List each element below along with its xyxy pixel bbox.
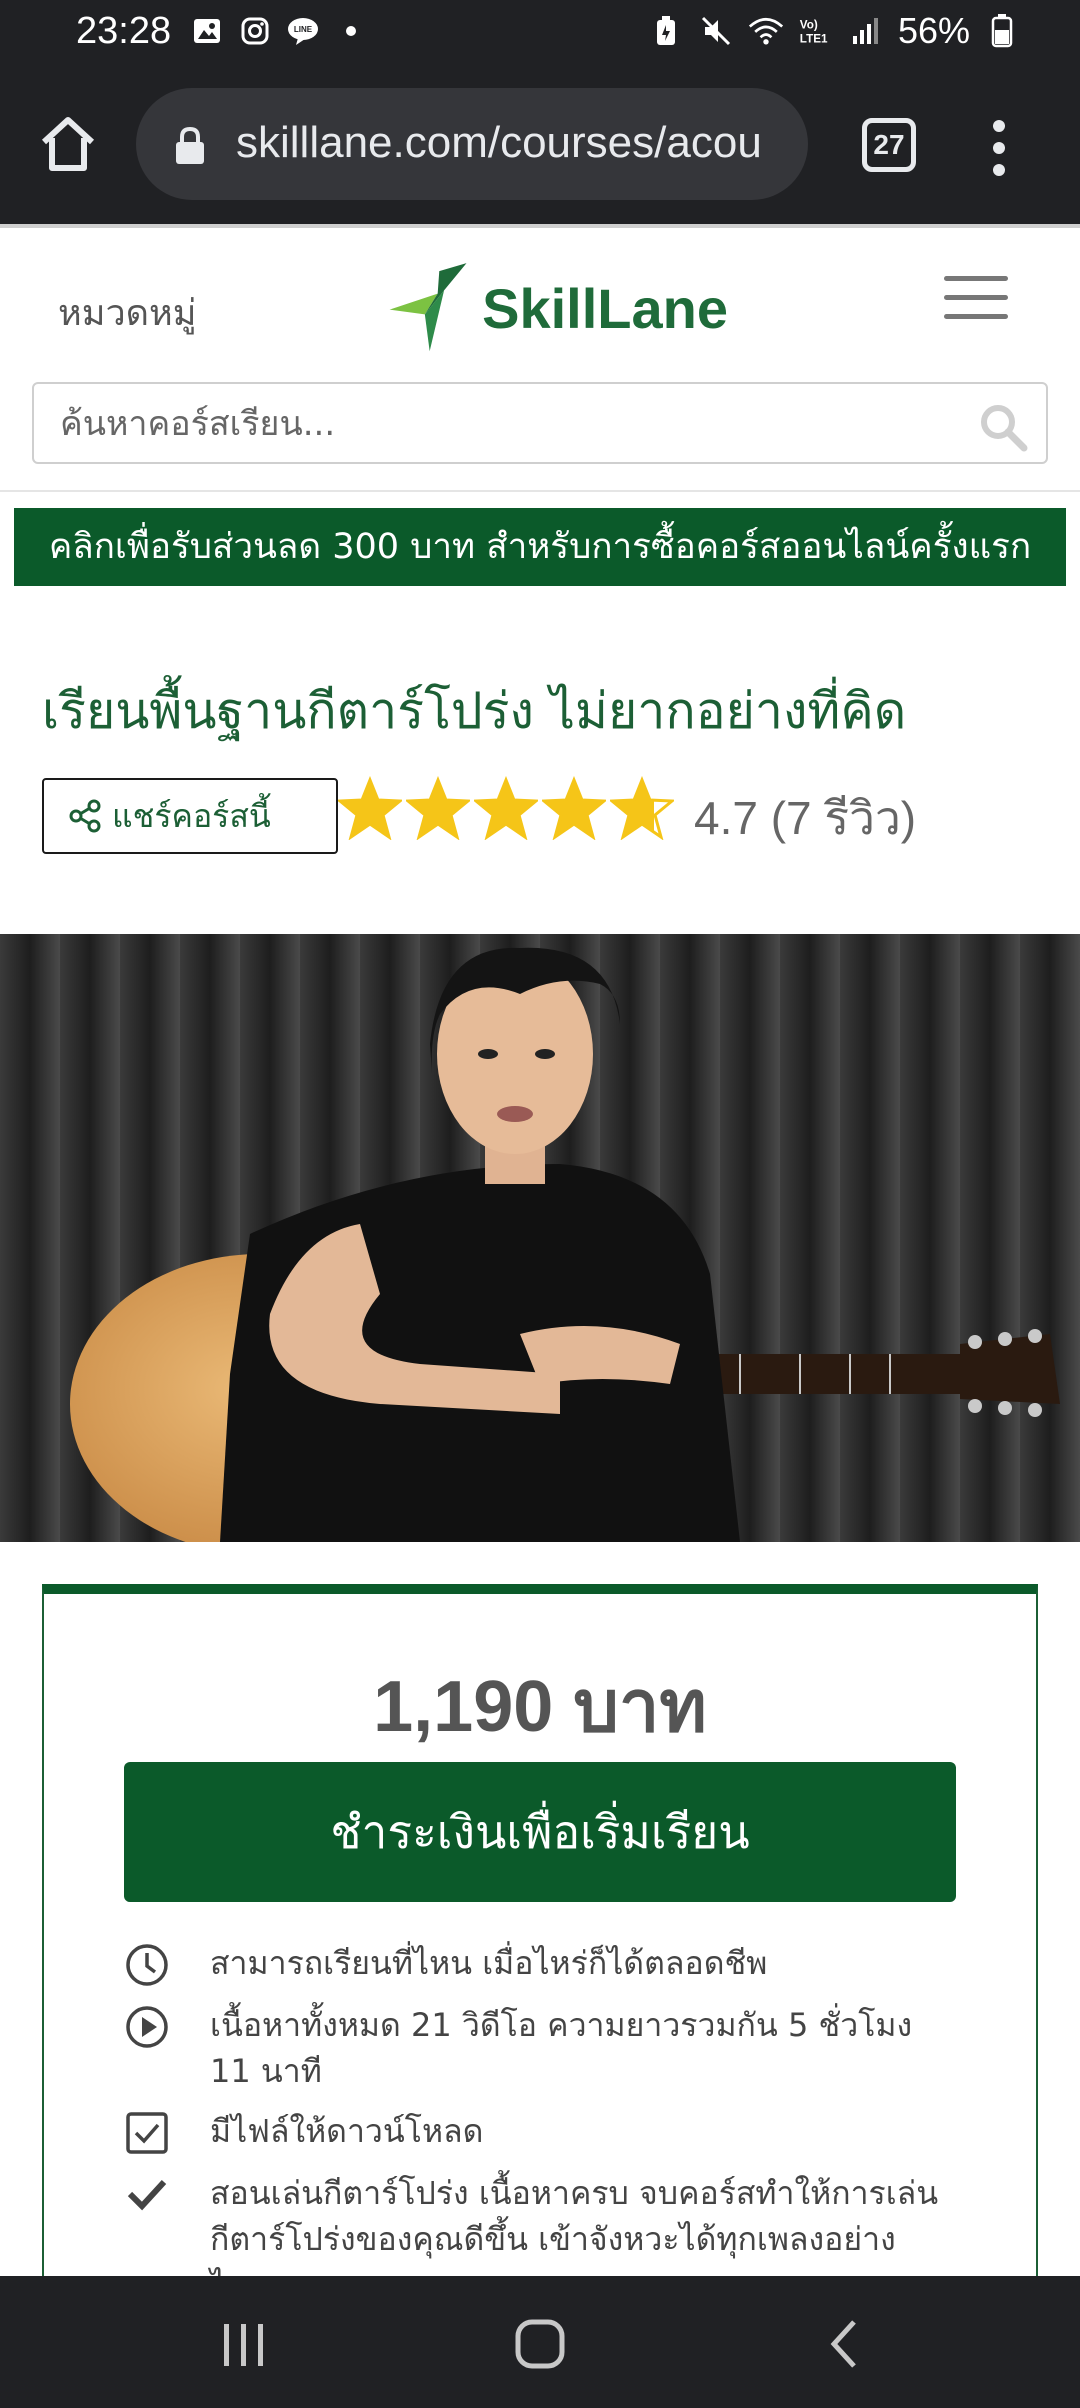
home-nav-icon	[515, 2319, 565, 2369]
share-label: แชร์คอร์สนี้	[112, 796, 271, 835]
checkbox-icon	[126, 2112, 168, 2154]
star-icon	[474, 776, 538, 840]
wifi-icon	[748, 13, 784, 49]
image-icon	[190, 14, 224, 48]
battery-icon	[984, 13, 1020, 49]
notification-icons: LINE	[190, 14, 368, 48]
dot-icon	[334, 14, 368, 48]
svg-text:LTE1: LTE1	[800, 33, 828, 46]
recent-apps-button[interactable]	[214, 2314, 274, 2374]
feature-text: มีไฟล์ให้ดาวน์โหลด	[210, 2112, 484, 2150]
instructor-with-guitar-image	[0, 934, 1080, 1542]
star-icon	[338, 776, 402, 840]
line-icon: LINE	[286, 14, 320, 48]
lock-icon	[176, 126, 204, 164]
rating-text: 4.7 (7 รีวิว)	[694, 792, 917, 844]
skilllane-logo[interactable]: SkillLane	[388, 248, 728, 368]
browser-menu-button[interactable]	[984, 116, 1014, 180]
hamburger-line	[944, 295, 1008, 300]
signal-icon	[848, 13, 884, 49]
feature-item: เนื้อหาทั้งหมด 21 วิดีโอ ความยาวรวมกัน 5…	[124, 2002, 944, 2094]
star-icon	[406, 776, 470, 840]
system-nav-bar	[0, 2276, 1080, 2408]
rating-stars	[338, 776, 674, 840]
search-box	[32, 382, 1048, 464]
svg-text:LINE: LINE	[294, 25, 313, 34]
share-course-button[interactable]: แชร์คอร์สนี้	[42, 778, 338, 854]
play-icon	[126, 2006, 168, 2048]
home-icon	[41, 117, 95, 171]
status-time: 23:28	[76, 10, 172, 52]
search-input[interactable]	[60, 398, 960, 450]
feature-text: เนื้อหาทั้งหมด 21 วิดีโอ ความยาวรวมกัน 5…	[210, 2006, 913, 2090]
battery-percent: 56%	[897, 10, 970, 51]
price-card: 1,190 บาท ชำระเงินเพื่อเริ่มเรียน สามารถ…	[42, 1584, 1038, 2324]
feature-item: มีไฟล์ให้ดาวน์โหลด	[124, 2108, 944, 2156]
feature-item: สามารถเรียนที่ไหน เมื่อไหร่ก็ได้ตลอดชีพ	[124, 1940, 944, 1988]
instagram-icon	[238, 14, 272, 48]
hamburger-line	[944, 314, 1008, 319]
course-price: 1,190 บาท	[373, 1667, 707, 1747]
battery-saver-icon	[648, 13, 684, 49]
pay-to-start-button[interactable]: ชำระเงินเพื่อเริ่มเรียน	[124, 1762, 956, 1902]
logo-mark-icon	[389, 263, 467, 352]
svg-text:Vo): Vo)	[800, 18, 818, 31]
site-header: หมวดหมู่ SkillLane	[0, 224, 1080, 492]
mute-icon	[698, 13, 734, 49]
feature-list: สามารถเรียนที่ไหน เมื่อไหร่ก็ได้ตลอดชีพ …	[124, 1940, 944, 2322]
share-icon	[69, 799, 101, 833]
clock-icon	[126, 1944, 168, 1986]
hamburger-line	[944, 276, 1008, 281]
status-bar: 23:28 LINE Vo) LTE1 56%	[0, 0, 1080, 68]
url-text: skilllane.com/courses/acou	[236, 118, 762, 167]
system-status: Vo) LTE1 56%	[648, 10, 1020, 52]
browser-toolbar: skilllane.com/courses/acou 27	[0, 68, 1080, 224]
back-icon	[830, 2320, 856, 2368]
category-menu-link[interactable]: หมวดหมู่	[58, 284, 197, 341]
address-bar[interactable]: skilllane.com/courses/acou	[136, 88, 808, 200]
more-vert-icon	[993, 120, 1005, 176]
recents-icon	[224, 2324, 263, 2366]
search-icon[interactable]	[978, 402, 1028, 452]
promo-banner[interactable]: คลิกเพื่อรับส่วนลด 300 บาท สำหรับการซื้อ…	[14, 508, 1066, 586]
hamburger-menu-button[interactable]	[944, 276, 1008, 324]
feature-text: สามารถเรียนที่ไหน เมื่อไหร่ก็ได้ตลอดชีพ	[210, 1944, 768, 1982]
course-preview-video[interactable]	[0, 934, 1080, 1542]
home-nav-button[interactable]	[510, 2314, 570, 2374]
star-icon	[610, 776, 674, 840]
back-button[interactable]	[816, 2314, 876, 2374]
course-title: เรียนพื้นฐานกีตาร์โปร่ง ไม่ยากอย่างที่คิ…	[42, 682, 907, 740]
logo-text: SkillLane	[482, 276, 728, 340]
star-icon	[542, 776, 606, 840]
tab-switcher-button[interactable]: 27	[862, 118, 916, 172]
lte-icon: Vo) LTE1	[798, 13, 834, 49]
home-button[interactable]	[36, 112, 100, 176]
checkmark-icon	[127, 2179, 167, 2211]
